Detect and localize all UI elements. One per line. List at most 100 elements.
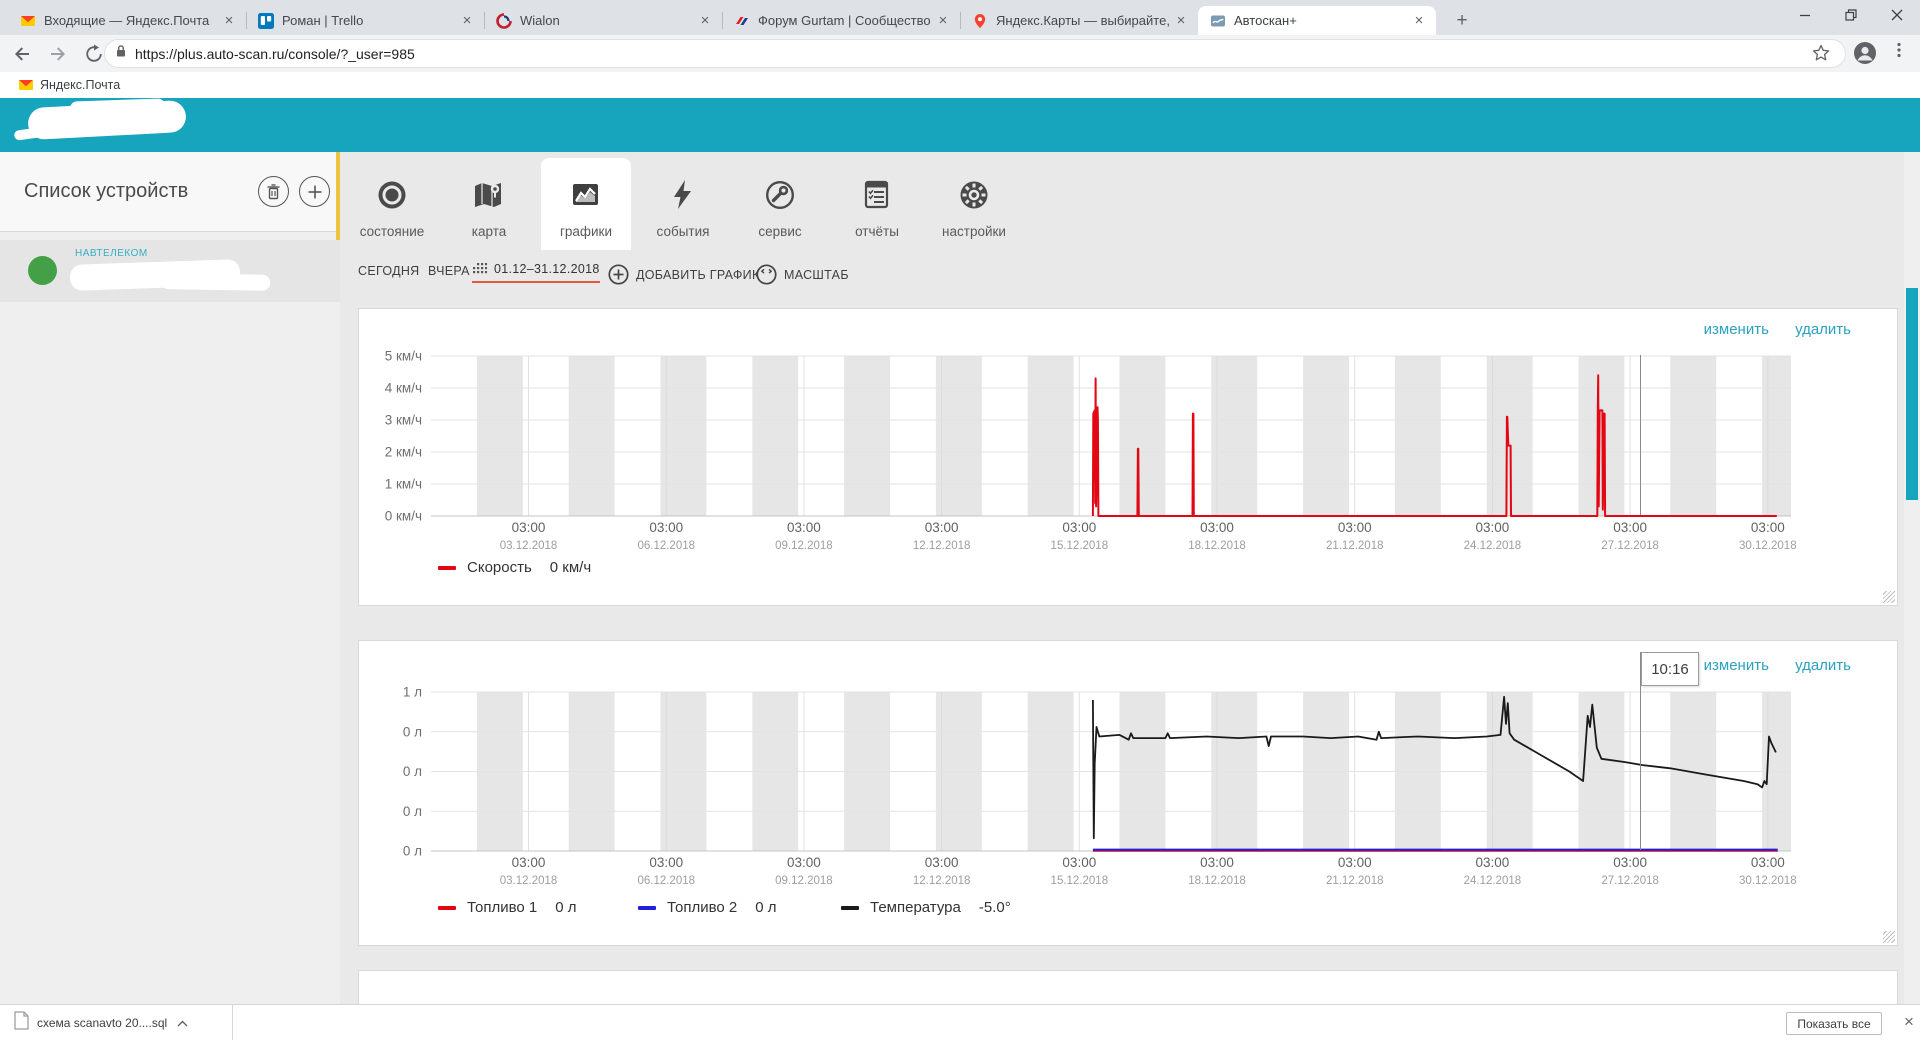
- resize-grip-icon[interactable]: [1883, 591, 1895, 603]
- window-controls: [1782, 0, 1920, 32]
- delete-device-button[interactable]: [258, 176, 289, 207]
- lock-icon: [115, 44, 127, 63]
- page-scrollbar-track[interactable]: [1904, 152, 1920, 1004]
- svg-text:0 л: 0 л: [403, 764, 422, 779]
- legend-dash-icon: [638, 906, 656, 910]
- tab-close-icon[interactable]: ×: [220, 12, 238, 30]
- address-bar[interactable]: https://plus.auto-scan.ru/console/?_user…: [104, 39, 1846, 68]
- svg-text:27.12.2018: 27.12.2018: [1601, 540, 1659, 552]
- browser-tab-2[interactable]: Роман | Trello×: [246, 6, 484, 35]
- tab-title: Wialon: [520, 13, 696, 28]
- filter-yesterday[interactable]: ВЧЕРА: [428, 264, 470, 278]
- browser-tab-6[interactable]: Автоскан+×: [1198, 6, 1436, 35]
- chart-edit-link[interactable]: изменить: [1704, 657, 1769, 674]
- svg-text:0 л: 0 л: [403, 724, 422, 739]
- window-close-icon[interactable]: [1874, 0, 1920, 30]
- nav-tab-label: сервис: [732, 224, 828, 239]
- tab-separator: [960, 12, 961, 29]
- filter-date-range[interactable]: 01.12–31.12.2018: [472, 262, 600, 283]
- chevron-up-icon[interactable]: [177, 1014, 188, 1032]
- bookmark-star-icon[interactable]: [1812, 44, 1830, 67]
- yandex-mail-icon: [20, 13, 36, 29]
- legend-item-Скорость: Скорость0 км/ч: [438, 559, 591, 576]
- svg-text:03:00: 03:00: [512, 855, 546, 870]
- show-all-downloads-button[interactable]: Показать все: [1786, 1012, 1882, 1035]
- svg-text:09.12.2018: 09.12.2018: [775, 875, 833, 887]
- svg-text:06.12.2018: 06.12.2018: [637, 875, 695, 887]
- browser-tab-5[interactable]: Яндекс.Карты — выбирайте, гд×: [960, 6, 1198, 35]
- svg-text:21.12.2018: 21.12.2018: [1326, 875, 1384, 887]
- tab-close-icon[interactable]: ×: [934, 12, 952, 30]
- tab-separator: [484, 12, 485, 29]
- gurtam-icon: [734, 13, 750, 29]
- legend-dash-icon: [438, 906, 456, 910]
- nav-tab-label: графики: [538, 224, 634, 239]
- scale-button[interactable]: МАСШТАБ: [756, 264, 849, 285]
- add-chart-button[interactable]: ДОБАВИТЬ ГРАФИК: [608, 264, 760, 285]
- device-sidebar: Список устройств НАВТЕЛЕКОМ: [0, 152, 340, 1004]
- svg-text:1 км/ч: 1 км/ч: [385, 477, 422, 492]
- app-header: 0 Важные события профиль • выход ?: [0, 98, 1920, 152]
- device-vendor-label: НАВТЕЛЕКОМ: [75, 248, 148, 259]
- legend-series-value: -5.0°: [979, 899, 1011, 916]
- window-restore-icon[interactable]: [1828, 0, 1874, 30]
- download-bar-close-icon[interactable]: ×: [1898, 1011, 1920, 1033]
- downloaded-file-chip[interactable]: схема scanavto 20....sql: [0, 1005, 233, 1040]
- reports-icon: [859, 177, 895, 213]
- wialon-icon: [496, 13, 512, 29]
- chart-crosshair-line: [1640, 355, 1641, 515]
- resize-grip-icon[interactable]: [1883, 931, 1895, 943]
- svg-text:03:00: 03:00: [1062, 855, 1096, 870]
- module-nav: состояниекартаграфикисобытиясервисотчёты…: [340, 152, 1920, 250]
- chart-delete-link[interactable]: удалить: [1795, 321, 1851, 338]
- tab-close-icon[interactable]: ×: [458, 12, 476, 30]
- file-icon: [14, 1011, 29, 1035]
- svg-text:24.12.2018: 24.12.2018: [1464, 875, 1522, 887]
- autoscan-icon: [1210, 13, 1226, 29]
- tab-close-icon[interactable]: ×: [1172, 12, 1190, 30]
- browser-profile-avatar[interactable]: [1853, 41, 1877, 70]
- svg-text:03:00: 03:00: [1476, 520, 1510, 535]
- bookmark-yandex-mail[interactable]: Яндекс.Почта: [18, 77, 120, 93]
- svg-text:21.12.2018: 21.12.2018: [1326, 540, 1384, 552]
- device-list-item[interactable]: НАВТЕЛЕКОМ: [0, 240, 340, 302]
- svg-text:2 км/ч: 2 км/ч: [385, 445, 422, 460]
- add-device-button[interactable]: [299, 176, 330, 207]
- browser-tab-1[interactable]: Входящие — Яндекс.Почта×: [8, 6, 246, 35]
- legend-series-name: Топливо 1: [467, 899, 537, 916]
- browser-menu-icon[interactable]: [1890, 41, 1908, 64]
- filter-today[interactable]: СЕГОДНЯ: [358, 264, 420, 278]
- svg-text:03:00: 03:00: [1751, 520, 1785, 535]
- browser-tab-3[interactable]: Wialon×: [484, 6, 722, 35]
- time-tooltip: 10:16: [1641, 652, 1699, 686]
- trello-icon: [258, 13, 274, 29]
- settings-icon: [956, 177, 992, 213]
- chart-delete-link[interactable]: удалить: [1795, 657, 1851, 674]
- plus-circle-icon: [608, 264, 629, 285]
- tab-title: Входящие — Яндекс.Почта: [44, 13, 220, 28]
- new-tab-button[interactable]: +: [1450, 9, 1474, 33]
- tab-close-icon[interactable]: ×: [1410, 12, 1428, 30]
- svg-text:03:00: 03:00: [1062, 520, 1096, 535]
- svg-text:03:00: 03:00: [1613, 855, 1647, 870]
- svg-text:03:00: 03:00: [787, 855, 821, 870]
- page-scrollbar-thumb[interactable]: [1906, 288, 1918, 500]
- forward-icon[interactable]: [44, 40, 72, 68]
- chart-edit-link[interactable]: изменить: [1704, 321, 1769, 338]
- window-minimize-icon[interactable]: [1782, 0, 1828, 30]
- status-icon: [374, 177, 410, 213]
- svg-text:0 л: 0 л: [403, 844, 422, 859]
- redacted-device-name: [70, 259, 241, 291]
- speed-chart-plot[interactable]: 5 км/ч4 км/ч3 км/ч2 км/ч1 км/ч0 км/ч03:0…: [359, 309, 1899, 557]
- download-filename: схема scanavto 20....sql: [37, 1016, 167, 1030]
- sidebar-title: Список устройств: [24, 180, 258, 203]
- back-icon[interactable]: [8, 40, 36, 68]
- url-text: https://plus.auto-scan.ru/console/?_user…: [135, 46, 415, 62]
- nav-tab-label: отчёты: [829, 224, 925, 239]
- svg-text:09.12.2018: 09.12.2018: [775, 540, 833, 552]
- tab-close-icon[interactable]: ×: [696, 12, 714, 30]
- svg-text:03:00: 03:00: [787, 520, 821, 535]
- svg-text:18.12.2018: 18.12.2018: [1188, 540, 1246, 552]
- browser-tab-4[interactable]: Форум Gurtam | Сообщество Wi×: [722, 6, 960, 35]
- svg-text:03:00: 03:00: [925, 520, 959, 535]
